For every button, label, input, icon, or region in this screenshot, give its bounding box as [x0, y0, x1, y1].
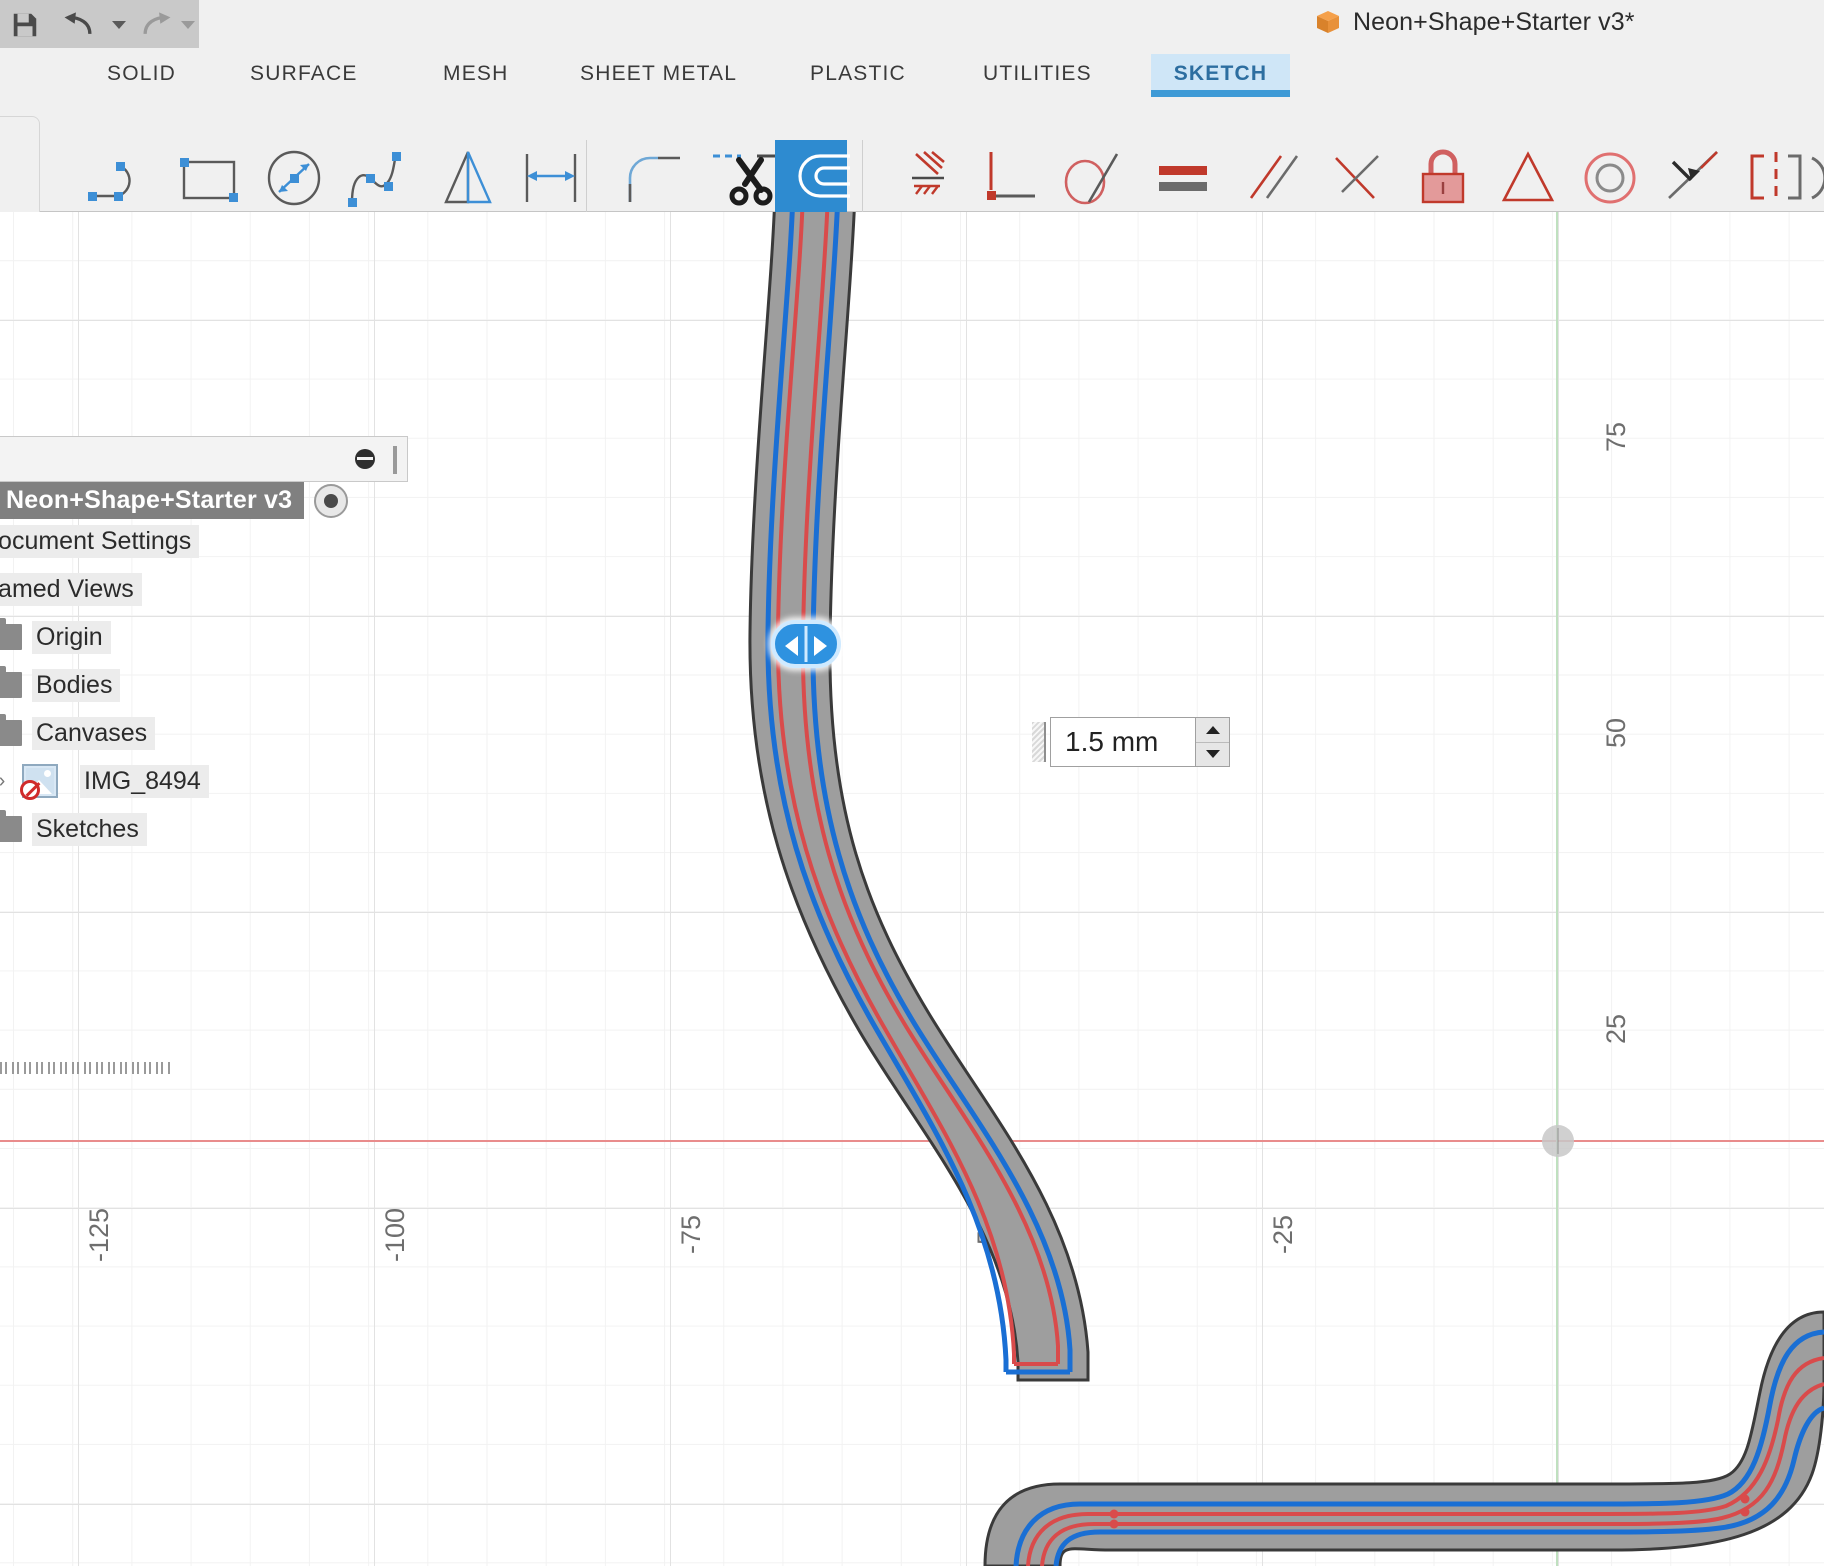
rectangle-icon[interactable]	[172, 144, 248, 210]
folder-icon	[0, 720, 22, 746]
collapse-icon[interactable]	[355, 449, 375, 469]
ribbon: SOLID SURFACE MESH SHEET METAL PLASTIC U…	[0, 48, 1824, 212]
tree-item-origin[interactable]: Origin	[0, 620, 111, 654]
construction-line-icon[interactable]	[1738, 144, 1814, 210]
save-icon[interactable]	[0, 0, 50, 50]
redo-dropdown-caret-icon[interactable]	[178, 0, 199, 50]
document-title-text: Neon+Shape+Starter v3*	[1353, 8, 1635, 37]
tree-item-named-views[interactable]: Named Views	[0, 572, 142, 606]
fix-unfix-icon[interactable]	[888, 144, 964, 210]
canvas-band-vertical	[750, 212, 1088, 1380]
browser-root-label: Neon+Shape+Starter v3	[0, 482, 304, 519]
tab-sketch[interactable]: SKETCH	[1151, 54, 1290, 97]
tree-item-label: Named Views	[0, 573, 142, 606]
circle-icon[interactable]	[256, 144, 332, 210]
tree-item-label: Document Settings	[0, 525, 199, 558]
browser-panel[interactable]: Neon+Shape+Starter v3 Document Settings …	[0, 424, 410, 844]
offset-drag-handle-icon[interactable]	[771, 620, 841, 668]
trim-icon[interactable]	[705, 144, 781, 210]
offset-handle-divider	[805, 626, 808, 662]
sketch-point[interactable]	[1741, 1495, 1750, 1504]
eye-icon[interactable]	[314, 484, 348, 518]
dimension-icon[interactable]	[513, 144, 589, 210]
offset-distance-input-group[interactable]: 1.5 mm	[1032, 717, 1230, 767]
concentric-icon[interactable]	[1572, 144, 1648, 210]
folder-icon	[0, 672, 22, 698]
offset-distance-stepper[interactable]	[1196, 717, 1230, 767]
tab-plastic[interactable]: PLASTIC	[810, 62, 906, 86]
sketch-geometry[interactable]	[0, 212, 1824, 1566]
document-title: Neon+Shape+Starter v3*	[1315, 6, 1635, 38]
fillet-icon[interactable]	[614, 144, 690, 210]
tree-item-label: Sketches	[32, 813, 147, 846]
offset-handle-right-arrow-icon[interactable]	[814, 636, 827, 656]
expander-chevron-icon[interactable]: ›	[0, 770, 12, 793]
mirror-icon[interactable]	[430, 144, 506, 210]
line-icon[interactable]	[80, 144, 156, 210]
tab-solid[interactable]: SOLID	[107, 62, 176, 86]
parallel-icon[interactable]	[1235, 144, 1311, 210]
ribbon-left-placeholder	[0, 116, 40, 226]
image-suppressed-icon	[22, 764, 58, 798]
sketch-point[interactable]	[1110, 1510, 1119, 1519]
resize-grip-icon[interactable]	[393, 446, 397, 474]
midpoint-icon[interactable]	[1320, 144, 1396, 210]
equal-icon[interactable]	[1145, 144, 1221, 210]
tree-item-label: Origin	[32, 621, 111, 654]
perpendicular-icon[interactable]	[973, 144, 1049, 210]
fix-lock-icon[interactable]	[1405, 144, 1481, 210]
symmetry-icon[interactable]	[1490, 144, 1566, 210]
curvature-icon[interactable]	[1806, 144, 1824, 210]
offset-distance-input[interactable]: 1.5 mm	[1050, 717, 1196, 767]
tab-sketch-label: SKETCH	[1151, 62, 1290, 86]
tree-item-label: IMG_8494	[80, 765, 209, 798]
tab-mesh[interactable]: MESH	[443, 62, 508, 86]
redo-icon[interactable]	[130, 0, 178, 50]
browser-panel-bottom-edge	[0, 1062, 170, 1074]
collinear-icon[interactable]	[1655, 144, 1731, 210]
drag-grip-icon[interactable]	[1032, 722, 1046, 762]
sketch-point[interactable]	[1741, 1508, 1750, 1517]
tree-item-img-8494[interactable]: › IMG_8494	[0, 764, 209, 798]
undo-icon[interactable]	[54, 0, 108, 50]
tangent-icon[interactable]	[1055, 144, 1131, 210]
sketch-canvas[interactable]: -125 -100 -75 -50 -25 75 50 25	[0, 212, 1824, 1566]
tree-item-document-settings[interactable]: Document Settings	[0, 524, 199, 558]
tab-sheet-metal[interactable]: SHEET METAL	[580, 62, 737, 86]
folder-icon	[0, 624, 22, 650]
undo-dropdown-caret-icon[interactable]	[108, 0, 129, 50]
tree-item-sketches[interactable]: Sketches	[0, 812, 147, 846]
tree-item-label: Bodies	[32, 669, 120, 702]
browser-root-node[interactable]: Neon+Shape+Starter v3	[0, 482, 348, 519]
offset-handle-left-arrow-icon[interactable]	[785, 636, 798, 656]
spline-icon[interactable]	[338, 144, 414, 210]
spin-up-icon[interactable]	[1196, 718, 1229, 743]
tab-sketch-underline	[1151, 90, 1290, 97]
browser-toolbar[interactable]	[0, 436, 408, 482]
tab-surface[interactable]: SURFACE	[250, 62, 358, 86]
title-bar: Neon+Shape+Starter v3*	[0, 0, 1824, 48]
offset-icon[interactable]	[790, 144, 866, 210]
sketch-point[interactable]	[1110, 1520, 1119, 1529]
folder-icon	[0, 816, 22, 842]
orange-cube-icon	[1315, 9, 1341, 35]
quick-access-toolbar	[0, 0, 199, 50]
spin-down-icon[interactable]	[1196, 743, 1229, 767]
tree-item-canvases[interactable]: Canvases	[0, 716, 155, 750]
tree-item-bodies[interactable]: Bodies	[0, 668, 120, 702]
tree-item-label: Canvases	[32, 717, 155, 750]
tab-utilities[interactable]: UTILITIES	[983, 62, 1092, 86]
